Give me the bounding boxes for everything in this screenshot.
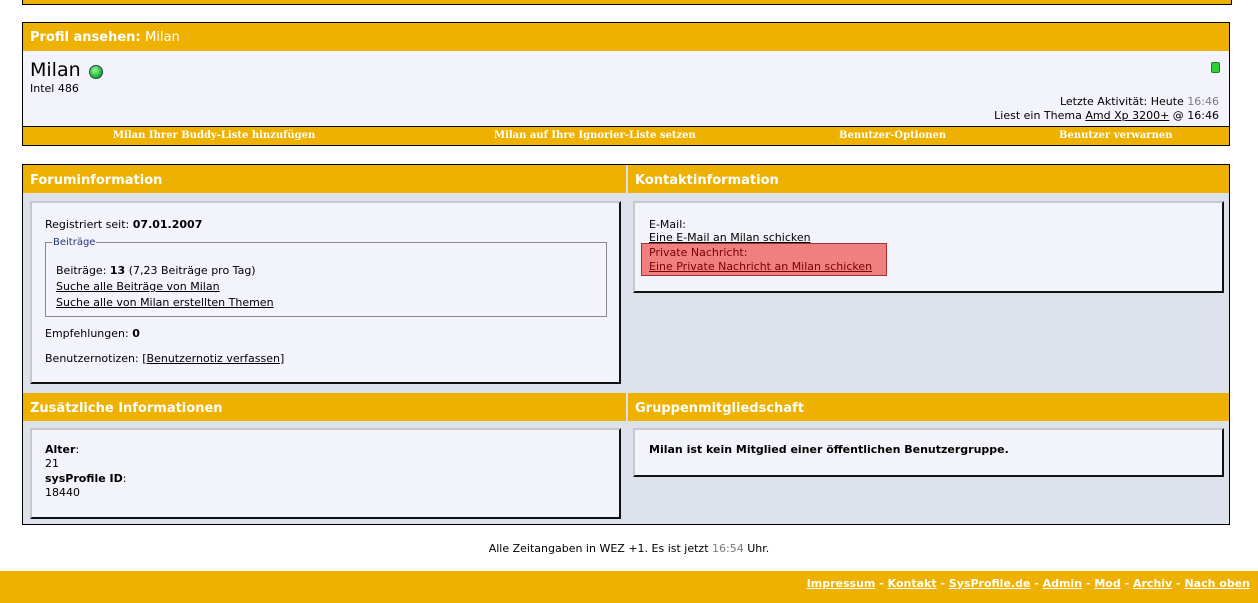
forum-info-section: Foruminformation Registriert seit: 07.01… — [23, 165, 626, 392]
top-strip — [22, 0, 1232, 5]
private-message-highlight: Private Nachricht: Eine Private Nachrich… — [641, 243, 887, 276]
footer-link-sysprofile[interactable]: SysProfile.de — [949, 577, 1031, 590]
contact-info-box: E-Mail: Eine E-Mail an Milan schicken Pr… — [633, 201, 1224, 293]
groups-text: Milan ist kein Mitglied einer öffentlich… — [649, 443, 1009, 456]
find-threads-link[interactable]: Suche alle von Milan erstellten Themen — [56, 296, 274, 309]
referrals-row: Empfehlungen: 0 — [45, 327, 140, 340]
footer-link-nach-oben[interactable]: Nach oben — [1184, 577, 1250, 590]
registered-label: Registriert seit: — [45, 218, 130, 231]
referrals-label: Empfehlungen: — [45, 327, 129, 340]
posts-per-day: (7,23 Beiträge pro Tag) — [128, 264, 256, 277]
warn-user-link[interactable]: Benutzer verwarnen — [1059, 127, 1172, 145]
info-grid: Foruminformation Registriert seit: 07.01… — [22, 164, 1230, 525]
extra-info-title: Zusätzliche Informationen — [23, 393, 626, 421]
extra-info-section: Zusätzliche Informationen Alter: 21 sysP… — [23, 393, 626, 524]
footer-link-kontakt[interactable]: Kontakt — [888, 577, 937, 590]
activity-info: Letzte Aktivität: Heute 16:46 Liest ein … — [994, 95, 1219, 123]
find-posts-link[interactable]: Suche alle Beiträge von Milan — [56, 280, 220, 293]
pm-label: Private Nachricht: — [649, 246, 748, 259]
posts-value: 13 — [109, 264, 126, 277]
posts-legend: Beiträge — [53, 237, 96, 248]
referrals-value: 0 — [132, 327, 140, 340]
profile-header: Profil ansehen: Milan — [23, 23, 1229, 51]
contact-info-title: Kontaktinformation — [628, 165, 1229, 193]
footer-link-admin[interactable]: Admin — [1043, 577, 1082, 590]
user-notes-label: Benutzernotizen: — [45, 352, 139, 365]
write-user-note-link[interactable]: Benutzernotiz verfassen — [147, 352, 280, 365]
forum-info-box: Registriert seit: 07.01.2007 Beiträge Be… — [30, 201, 621, 384]
footer-link-mod[interactable]: Mod — [1094, 577, 1120, 590]
time-suffix: Uhr. — [747, 542, 770, 555]
posts-label: Beiträge: — [56, 264, 107, 277]
email-label: E-Mail: — [649, 218, 686, 231]
profile-action-bar: Milan Ihrer Buddy-Liste hinzufügen Milan… — [23, 126, 1229, 145]
last-activity-time: 16:46 — [1187, 95, 1219, 108]
forum-info-title: Foruminformation — [23, 165, 626, 193]
reading-time: @ 16:46 — [1172, 109, 1219, 122]
username: Milan — [30, 59, 81, 81]
age-value: 21 — [45, 457, 59, 470]
groups-title: Gruppenmitgliedschaft — [628, 393, 1229, 421]
age-row: Alter: — [45, 443, 80, 456]
send-pm-link[interactable]: Eine Private Nachricht an Milan schicken — [649, 260, 872, 273]
user-options-link[interactable]: Benutzer-Optionen — [839, 127, 946, 145]
user-title: Intel 486 — [30, 82, 79, 95]
reading-label: Liest ein Thema — [994, 109, 1082, 122]
current-time: 16:54 — [712, 542, 744, 555]
posts-row: Beiträge: 13 (7,23 Beiträge pro Tag) — [56, 264, 256, 277]
groups-section: Gruppenmitgliedschaft Milan ist kein Mit… — [628, 393, 1229, 524]
id-value: 18440 — [45, 486, 80, 499]
add-buddy-link[interactable]: Milan Ihrer Buddy-Liste hinzufügen — [113, 127, 315, 145]
online-status-icon — [89, 65, 103, 79]
footer-link-impressum[interactable]: Impressum — [807, 577, 876, 590]
profile-panel: Profil ansehen: Milan Milan Intel 486 Le… — [22, 22, 1230, 146]
footer-link-archiv[interactable]: Archiv — [1133, 577, 1172, 590]
registered-row: Registriert seit: 07.01.2007 — [45, 218, 202, 231]
extra-info-box: Alter: 21 sysProfile ID: 18440 — [30, 428, 621, 519]
registered-value: 07.01.2007 — [132, 218, 203, 231]
profile-header-label: Profil ansehen — [30, 30, 136, 45]
last-activity-label: Letzte Aktivität: Heute — [1059, 95, 1184, 108]
age-label: Alter — [45, 443, 76, 456]
ignore-list-link[interactable]: Milan auf Ihre Ignorier-Liste setzen — [494, 127, 696, 145]
status-indicator-icon — [1211, 62, 1220, 73]
groups-box: Milan ist kein Mitglied einer öffentlich… — [633, 428, 1224, 477]
reading-thread-link[interactable]: Amd Xp 3200+ — [1085, 109, 1169, 122]
footer-bar: Impressum - Kontakt - SysProfile.de - Ad… — [0, 571, 1258, 603]
footer-links: Impressum - Kontakt - SysProfile.de - Ad… — [806, 577, 1250, 590]
id-label: sysProfile ID — [45, 472, 123, 485]
posts-fieldset: Beiträge Beiträge: 13 (7,23 Beiträge pro… — [45, 237, 607, 317]
id-row: sysProfile ID: — [45, 472, 127, 485]
time-prefix: Alle Zeitangaben in WEZ +1. Es ist jetzt — [488, 542, 709, 555]
profile-header-name: Milan — [145, 30, 180, 45]
timezone-info: Alle Zeitangaben in WEZ +1. Es ist jetzt… — [0, 542, 1258, 555]
contact-info-section: Kontaktinformation E-Mail: Eine E-Mail a… — [628, 165, 1229, 392]
user-notes-row: Benutzernotizen: [Benutzernotiz verfasse… — [45, 352, 285, 365]
